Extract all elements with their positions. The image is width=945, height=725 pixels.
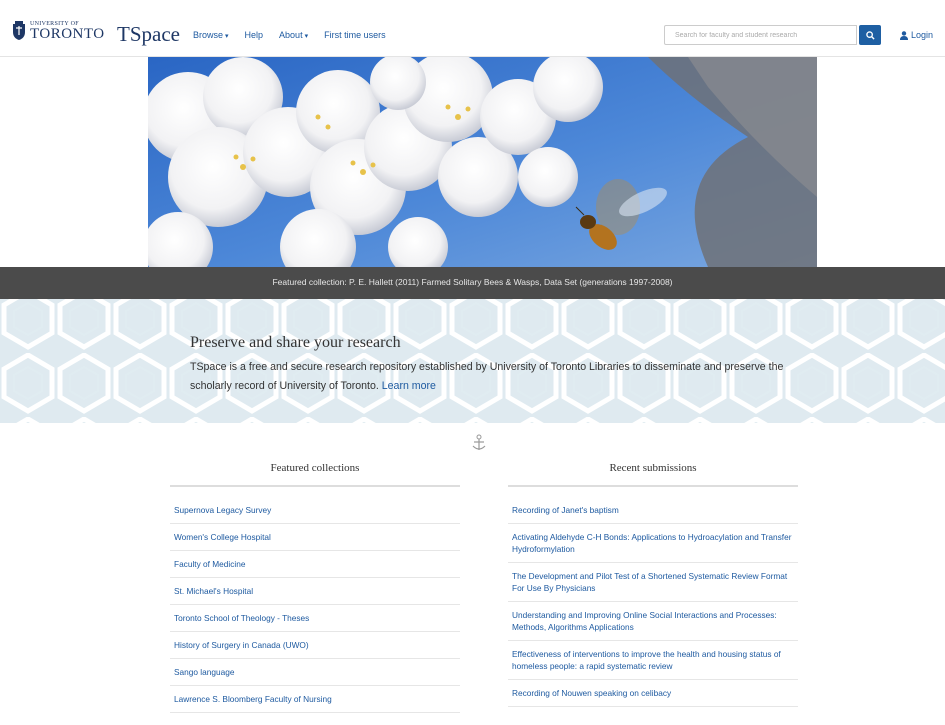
submission-link[interactable]: Activating Aldehyde C-H Bonds: Applicati…	[508, 524, 798, 563]
intro-band: Preserve and share your research TSpace …	[0, 299, 945, 423]
collection-link[interactable]: St. Michael's Hospital	[170, 578, 460, 605]
submission-link[interactable]: Recording of Nouwen speaking on celibacy	[508, 680, 798, 707]
login-link[interactable]: Login	[900, 30, 933, 40]
nav-browse[interactable]: Browse ▾	[193, 30, 229, 40]
user-icon	[900, 30, 908, 40]
nav-first-time-users[interactable]: First time users	[324, 30, 386, 40]
collection-link[interactable]: Sango language	[170, 659, 460, 686]
search-icon	[865, 30, 875, 40]
university-logo[interactable]: UNIVERSITY OF TORONTO	[12, 18, 105, 44]
submission-link[interactable]: Recording of Janet's baptism	[508, 497, 798, 524]
learn-more-link[interactable]: Learn more	[382, 380, 436, 392]
recent-submissions-heading: Recent submissions	[508, 462, 798, 487]
caret-down-icon: ▾	[304, 33, 309, 40]
top-navbar: UNIVERSITY OF TORONTO TSpace Browse ▾ Hel…	[0, 0, 945, 57]
submission-link[interactable]: Effectiveness of interventions to improv…	[508, 641, 798, 680]
cherry-blossom-bee-image	[148, 57, 817, 267]
featured-caption-bar: Featured collection: P. E. Hallett (2011…	[0, 267, 945, 299]
submission-link[interactable]: Understanding and Improving Online Socia…	[508, 602, 798, 641]
featured-collection-image[interactable]	[148, 57, 817, 267]
main-nav: Browse ▾ Help About ▾ First time users	[193, 30, 386, 40]
nav-about[interactable]: About ▾	[279, 30, 308, 40]
search-input[interactable]	[664, 25, 857, 45]
collection-link[interactable]: History of Surgery in Canada (UWO)	[170, 632, 460, 659]
collection-link[interactable]: Women's College Hospital	[170, 524, 460, 551]
caret-down-icon: ▾	[225, 33, 229, 40]
ornament-icon	[472, 434, 486, 450]
logo-big-text: TORONTO	[30, 25, 105, 42]
collection-link[interactable]: Toronto School of Theology - Theses	[170, 605, 460, 632]
intro-title: Preserve and share your research	[190, 334, 401, 351]
nav-help[interactable]: Help	[245, 30, 264, 40]
collection-link[interactable]: Supernova Legacy Survey	[170, 497, 460, 524]
crest-icon	[13, 21, 25, 40]
site-brand[interactable]: TSpace	[117, 22, 180, 47]
featured-caption[interactable]: Featured collection: P. E. Hallett (2011…	[0, 277, 945, 287]
intro-text: TSpace is a free and secure research rep…	[190, 361, 784, 392]
collection-link[interactable]: Faculty of Medicine	[170, 551, 460, 578]
featured-collections-heading: Featured collections	[170, 462, 460, 487]
collection-link[interactable]: Lawrence S. Bloomberg Faculty of Nursing	[170, 686, 460, 713]
submission-link[interactable]: The Development and Pilot Test of a Shor…	[508, 563, 798, 602]
recent-submissions: Recent submissions Recording of Janet's …	[508, 462, 798, 707]
featured-collections: Featured collections Supernova Legacy Su…	[170, 462, 460, 713]
search-button[interactable]	[859, 25, 881, 45]
